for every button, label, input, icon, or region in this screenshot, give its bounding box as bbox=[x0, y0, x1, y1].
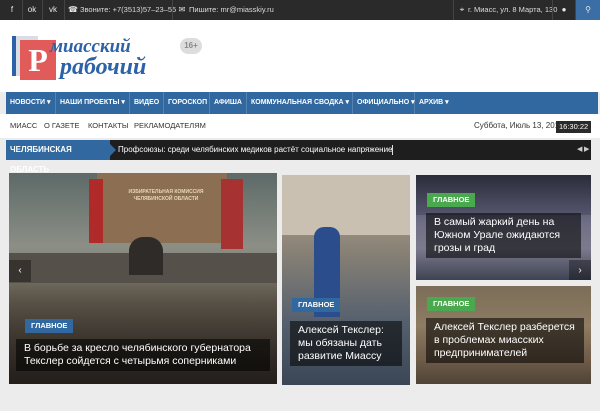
slide-4-title-line-2: в проблемах миасских bbox=[434, 334, 544, 346]
age-rating-badge: 16+ bbox=[180, 38, 202, 54]
odnoklassniki-icon[interactable]: ok bbox=[24, 0, 40, 20]
search-icon: ⚲ bbox=[585, 5, 591, 14]
slide-2-wall bbox=[282, 175, 410, 235]
topbar-email[interactable]: Пишите: mr@miasskiy.ru bbox=[189, 0, 274, 20]
site-logo[interactable]: Р миасский рабочий 16+ bbox=[12, 36, 202, 84]
slide-3-caption[interactable]: В самый жаркий день на Южном Урале ожида… bbox=[426, 213, 581, 258]
slider-next-button[interactable]: › bbox=[569, 260, 591, 280]
nav-item-archive[interactable]: АРХИВ ▾ bbox=[415, 92, 457, 114]
slide-4-badge[interactable]: ГЛАВНОЕ bbox=[427, 297, 476, 311]
slide-1-caption[interactable]: В борьбе за кресло челябинского губернат… bbox=[16, 339, 270, 371]
slide-4-title-line-3: предпринимателей bbox=[434, 347, 528, 359]
logo-line-2: рабочий bbox=[60, 54, 147, 80]
featured-slide-1[interactable]: ИЗБИРАТЕЛЬНАЯ КОМИССИЯ ЧЕЛЯБИНСКОЙ ОБЛАС… bbox=[9, 173, 277, 384]
slide-2-title-line-2: мы обязаны дать bbox=[298, 337, 382, 349]
map-marker-icon: ⌖ bbox=[459, 5, 465, 14]
envelope-icon: ✉ bbox=[178, 5, 186, 14]
nav-item-news[interactable]: НОВОСТИ ▾ bbox=[6, 92, 56, 114]
subnav-link-miass[interactable]: МИАСС bbox=[10, 114, 37, 138]
slide-1-wall-panel bbox=[97, 173, 227, 243]
top-bar: f ok vk ☎ Звоните: +7(3513)57–23–55 ✉ Пи… bbox=[0, 0, 600, 20]
phone-icon: ☎ bbox=[68, 5, 78, 14]
page: f ok vk ☎ Звоните: +7(3513)57–23–55 ✉ Пи… bbox=[0, 0, 600, 411]
slide-1-banner-text: ИЗБИРАТЕЛЬНАЯ КОМИССИЯ ЧЕЛЯБИНСКОЙ ОБЛАС… bbox=[128, 189, 204, 202]
slide-2-badge[interactable]: ГЛАВНОЕ bbox=[292, 298, 341, 312]
slide-1-flag bbox=[89, 179, 103, 243]
slide-3-title-line-3: грозы и град bbox=[434, 242, 496, 254]
slide-4-title-line-1: Алексей Текслер разберется bbox=[434, 321, 575, 333]
subnav-link-about[interactable]: О ГАЗЕТЕ bbox=[44, 114, 80, 138]
slide-1-title-line-1: В борьбе за кресло челябинского губернат… bbox=[24, 342, 251, 354]
slide-1-title-line-2: Текслер сойдется с четырьмя соперниками bbox=[24, 355, 237, 367]
slide-3-title-line-1: В самый жаркий день на bbox=[434, 216, 555, 228]
nav-item-afisha[interactable]: АФИША bbox=[210, 92, 247, 114]
search-button[interactable]: ⚲ bbox=[576, 0, 600, 20]
slide-2-title-line-3: развитие Миассу bbox=[298, 350, 382, 362]
featured-slide-3[interactable]: ГЛАВНОЕ В самый жаркий день на Южном Ура… bbox=[416, 175, 591, 280]
slider-prev-button[interactable]: ‹ bbox=[9, 260, 31, 282]
slide-1-badge[interactable]: ГЛАВНОЕ bbox=[25, 319, 74, 333]
current-time: 16:30:22 bbox=[556, 121, 592, 133]
slide-2-caption[interactable]: Алексей Текслер: мы обязаны дать развити… bbox=[290, 321, 402, 366]
main-nav: НОВОСТИ ▾ НАШИ ПРОЕКТЫ ▾ ВИДЕО ГОРОСКОП … bbox=[6, 92, 598, 114]
featured-slide-2[interactable]: ГЛАВНОЕ Алексей Текслер: мы обязаны дать… bbox=[282, 175, 410, 385]
featured-slide-4[interactable]: ГЛАВНОЕ Алексей Текслер разберется в про… bbox=[416, 286, 591, 384]
topbar-address: г. Миасс, ул. 8 Марта, 130 bbox=[468, 5, 558, 14]
ticker-cursor bbox=[392, 145, 393, 155]
ticker-next-icon[interactable]: ▶ bbox=[584, 140, 589, 160]
nav-item-communal[interactable]: КОММУНАЛЬНАЯ СВОДКА ▾ bbox=[247, 92, 353, 114]
current-date: Суббота, Июль 13, 2019 bbox=[474, 121, 564, 130]
slide-1-person bbox=[129, 237, 163, 275]
vk-icon[interactable]: vk bbox=[44, 0, 62, 20]
site-header: Р миасский рабочий 16+ bbox=[0, 20, 600, 92]
secondary-nav: МИАСС О ГАЗЕТЕ КОНТАКТЫ РЕКЛАМОДАТЕЛЯМ С… bbox=[0, 114, 600, 138]
nav-item-official[interactable]: ОФИЦИАЛЬНО ▾ bbox=[353, 92, 415, 114]
subnav-link-advertisers[interactable]: РЕКЛАМОДАТЕЛЯМ bbox=[134, 114, 206, 138]
news-ticker: ЧЕЛЯБИНСКАЯ ОБЛАСТЬ Профсоюзы: среди чел… bbox=[6, 140, 591, 174]
slide-1-flag-2 bbox=[221, 179, 243, 249]
nav-item-video[interactable]: ВИДЕО bbox=[130, 92, 164, 114]
slide-2-title-line-1: Алексей Текслер: bbox=[298, 324, 384, 336]
slide-4-caption[interactable]: Алексей Текслер разберется в проблемах м… bbox=[426, 318, 584, 363]
nav-item-projects[interactable]: НАШИ ПРОЕКТЫ ▾ bbox=[56, 92, 130, 114]
user-icon[interactable]: ● bbox=[554, 0, 574, 20]
topbar-phone[interactable]: Звоните: +7(3513)57–23–55 bbox=[80, 0, 176, 20]
ticker-region-tag[interactable]: ЧЕЛЯБИНСКАЯ ОБЛАСТЬ bbox=[6, 140, 116, 174]
subnav-link-contacts[interactable]: КОНТАКТЫ bbox=[88, 114, 128, 138]
nav-item-horoscope[interactable]: ГОРОСКОП bbox=[164, 92, 210, 114]
slide-3-title-line-2: Южном Урале ожидаются bbox=[434, 229, 561, 241]
ticker-headline[interactable]: Профсоюзы: среди челябинских медиков рас… bbox=[118, 140, 393, 160]
slide-3-badge[interactable]: ГЛАВНОЕ bbox=[427, 193, 476, 207]
facebook-icon[interactable]: f bbox=[4, 0, 20, 20]
ticker-prev-icon[interactable]: ◀ bbox=[577, 140, 582, 160]
